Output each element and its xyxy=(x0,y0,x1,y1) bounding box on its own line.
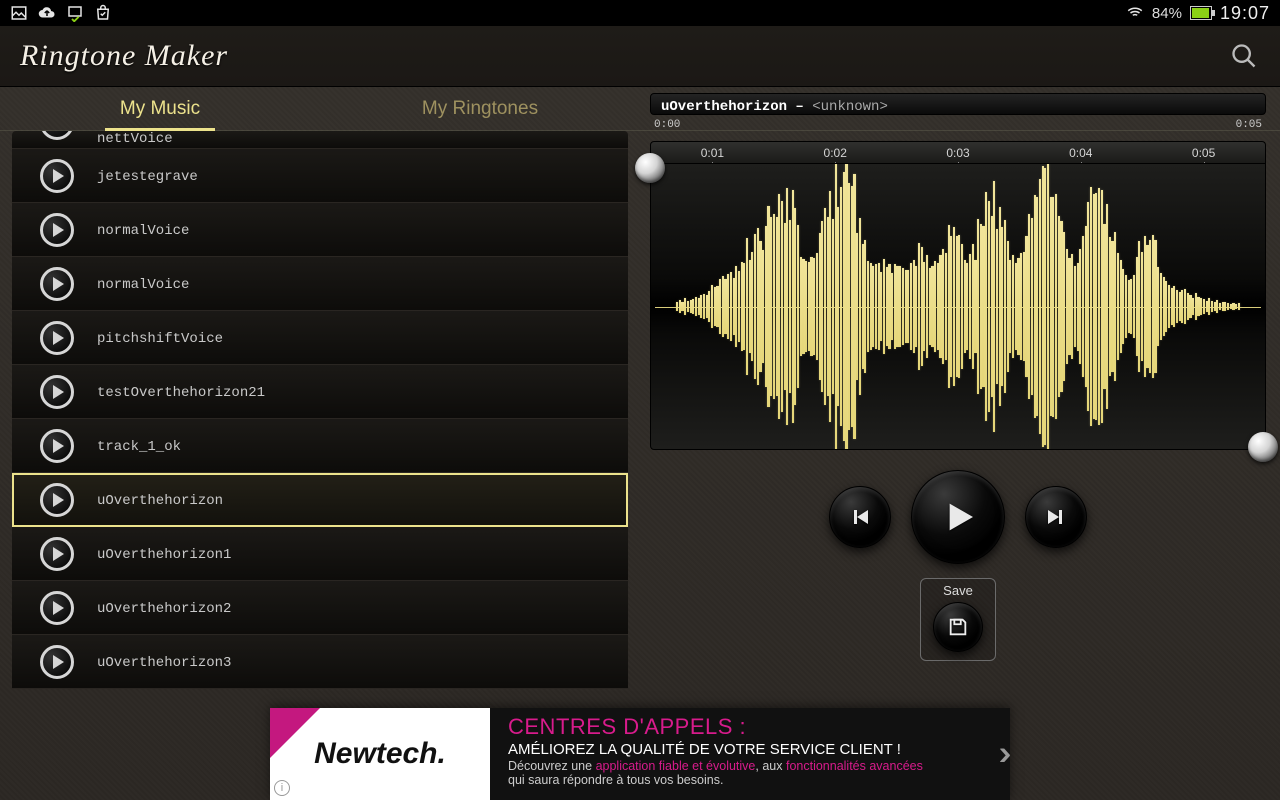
track-title: uOverthehorizon xyxy=(97,493,223,509)
list-item[interactable]: nettVoice xyxy=(12,131,628,149)
play-icon[interactable] xyxy=(40,429,74,463)
tab-my-music-label: My Music xyxy=(120,98,200,120)
play-icon[interactable] xyxy=(40,537,74,571)
ruler-tick: 0:05 xyxy=(1192,146,1215,160)
play-icon[interactable] xyxy=(40,483,74,517)
tab-my-ringtones[interactable]: My Ringtones xyxy=(320,87,640,130)
track-title: pitchshiftVoice xyxy=(97,331,223,347)
ruler-tick: 0:02 xyxy=(824,146,847,160)
download-check-icon xyxy=(66,4,84,22)
ruler-tick: 0:03 xyxy=(946,146,969,160)
track-title: nettVoice xyxy=(97,131,173,147)
play-button[interactable] xyxy=(911,470,1005,564)
ad-line1: AMÉLIOREZ LA QUALITÉ DE VOTRE SERVICE CL… xyxy=(508,741,960,758)
list-item[interactable]: jetestegrave xyxy=(12,149,628,203)
list-item[interactable]: uOverthehorizon2 xyxy=(12,581,628,635)
save-button[interactable] xyxy=(933,602,983,652)
track-title: uOverthehorizon2 xyxy=(97,601,231,617)
tab-my-ringtones-label: My Ringtones xyxy=(422,98,538,120)
next-button[interactable] xyxy=(1025,486,1087,548)
battery-percentage: 84% xyxy=(1152,5,1182,22)
time-ruler: 0:01 0:02 0:03 0:04 0:05 xyxy=(650,141,1266,163)
list-item[interactable]: uOverthehorizon1 xyxy=(12,527,628,581)
waveform-editor[interactable]: 0:01 0:02 0:03 0:04 0:05 xyxy=(650,141,1266,450)
list-item[interactable]: normalVoice xyxy=(12,203,628,257)
ruler-tick: 0:01 xyxy=(701,146,724,160)
title-bar: Ringtone Maker xyxy=(0,26,1280,87)
battery-icon xyxy=(1190,6,1212,20)
list-item[interactable]: pitchshiftVoice xyxy=(12,311,628,365)
track-title: normalVoice xyxy=(97,223,189,239)
ad-line3: qui saura répondre à tous vos besoins. xyxy=(508,773,960,787)
list-item[interactable]: testOverthehorizon21 xyxy=(12,365,628,419)
waveform xyxy=(655,164,1261,449)
prev-button[interactable] xyxy=(829,486,891,548)
list-item[interactable]: uOverthehorizon xyxy=(12,473,628,527)
ruler-tick: 0:04 xyxy=(1069,146,1092,160)
track-title: normalVoice xyxy=(97,277,189,293)
play-icon[interactable] xyxy=(40,375,74,409)
skip-previous-icon xyxy=(848,505,872,529)
track-title: testOverthehorizon21 xyxy=(97,385,265,401)
player-controls xyxy=(650,470,1266,564)
tab-my-music[interactable]: My Music xyxy=(0,87,320,130)
shop-check-icon xyxy=(94,4,112,22)
play-icon[interactable] xyxy=(40,131,74,140)
tabs: My Music My Ringtones xyxy=(0,87,1280,131)
save-panel: Save xyxy=(920,578,996,661)
list-item[interactable]: uOverthehorizon3 xyxy=(12,635,628,689)
track-title: jetestegrave xyxy=(97,169,198,185)
play-icon[interactable] xyxy=(40,321,74,355)
search-icon xyxy=(1230,42,1258,70)
save-label: Save xyxy=(921,583,995,598)
track-title: track_1_ok xyxy=(97,439,181,455)
trim-handle-end[interactable] xyxy=(1248,432,1278,462)
play-icon[interactable] xyxy=(40,645,74,679)
track-title: uOverthehorizon3 xyxy=(97,655,231,671)
play-icon xyxy=(938,497,978,537)
ad-headline: CENTRES D'APPELS : xyxy=(508,714,960,740)
app-title: Ringtone Maker xyxy=(0,39,228,73)
cloud-upload-icon xyxy=(38,4,56,22)
track-list[interactable]: nettVoice jetestegrave normalVoice normalVo… xyxy=(12,131,628,695)
play-icon[interactable] xyxy=(40,591,74,625)
play-icon[interactable] xyxy=(40,213,74,247)
clock: 19:07 xyxy=(1220,3,1270,24)
wifi-icon xyxy=(1126,4,1144,22)
play-icon[interactable] xyxy=(40,267,74,301)
gallery-icon xyxy=(10,4,28,22)
list-item[interactable]: normalVoice xyxy=(12,257,628,311)
ad-line2: Découvrez une application fiable et évol… xyxy=(508,759,960,773)
ad-info-icon[interactable]: i xyxy=(274,780,290,796)
waveform-box[interactable] xyxy=(650,163,1266,450)
save-icon xyxy=(947,616,969,638)
search-button[interactable] xyxy=(1230,42,1258,70)
ad-brand: Newtech. xyxy=(270,708,490,800)
trim-handle-start[interactable] xyxy=(635,153,665,183)
list-item[interactable]: track_1_ok xyxy=(12,419,628,473)
play-icon[interactable] xyxy=(40,159,74,193)
track-title: uOverthehorizon1 xyxy=(97,547,231,563)
skip-next-icon xyxy=(1044,505,1068,529)
status-bar: 84% 19:07 xyxy=(0,0,1280,26)
ad-banner[interactable]: i Newtech. CENTRES D'APPELS : AMÉLIOREZ … xyxy=(270,708,1010,800)
